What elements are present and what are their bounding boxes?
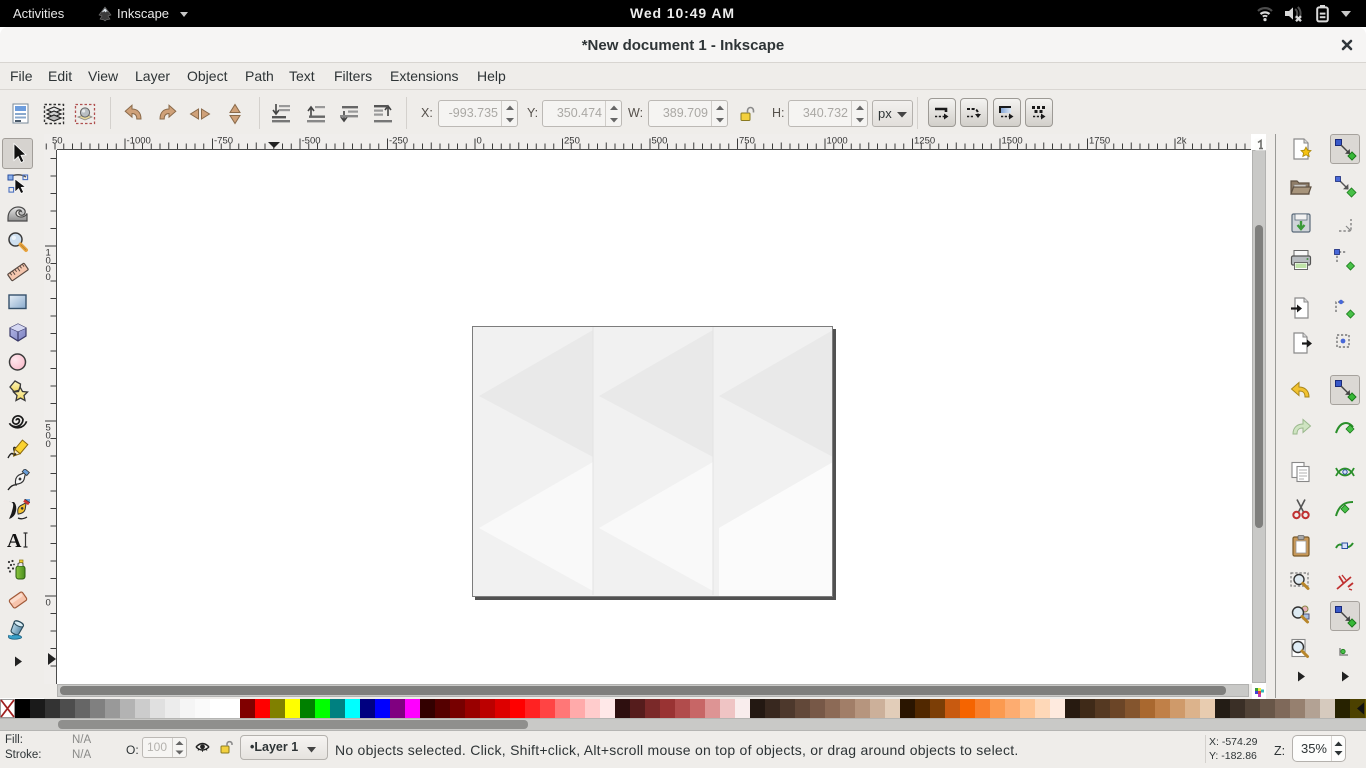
svg-text:0: 0	[477, 136, 482, 147]
svg-text:250: 250	[564, 136, 580, 147]
svg-text:-500: -500	[302, 136, 321, 147]
svg-text:-250: -250	[389, 136, 408, 147]
svg-text:-1000: -1000	[127, 136, 151, 147]
svg-text:750: 750	[739, 136, 755, 147]
svg-text:0: 0	[46, 598, 51, 609]
svg-text:0: 0	[46, 439, 51, 450]
svg-text:1750: 1750	[1089, 136, 1110, 147]
svg-text:1250: 1250	[914, 136, 935, 147]
svg-text:1500: 1500	[1002, 136, 1023, 147]
svg-text:A: A	[7, 530, 22, 552]
svg-text:-750: -750	[214, 136, 233, 147]
svg-text:2k: 2k	[1177, 136, 1187, 147]
svg-text:1000: 1000	[827, 136, 848, 147]
svg-text:50: 50	[52, 136, 63, 147]
svg-text:500: 500	[652, 136, 668, 147]
svg-text:0: 0	[46, 272, 51, 283]
